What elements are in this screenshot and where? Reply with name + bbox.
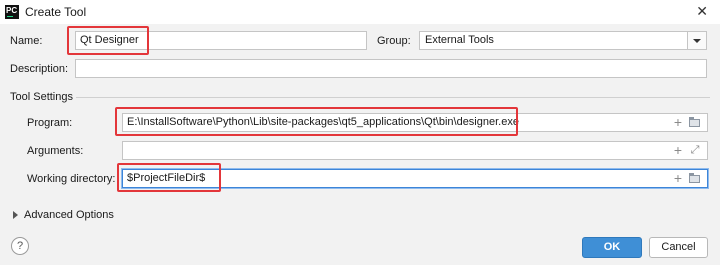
- name-label: Name:: [10, 35, 43, 47]
- title-bar: PC Create Tool ✕: [0, 0, 720, 24]
- tool-settings-heading: Tool Settings: [10, 91, 73, 103]
- working-directory-field[interactable]: $ProjectFileDir$: [122, 169, 708, 188]
- expand-icon[interactable]: ⤢: [688, 143, 702, 157]
- ok-button[interactable]: OK: [582, 237, 642, 258]
- window-title: Create Tool: [25, 5, 87, 19]
- folder-browse-icon[interactable]: [688, 116, 702, 130]
- chevron-down-icon[interactable]: [687, 32, 706, 49]
- group-select[interactable]: External Tools: [419, 31, 707, 50]
- program-field[interactable]: E:\InstallSoftware\Python\Lib\site-packa…: [122, 113, 708, 132]
- cancel-button[interactable]: Cancel: [649, 237, 708, 258]
- description-label: Description:: [10, 63, 69, 75]
- advanced-options-toggle[interactable]: Advanced Options: [24, 208, 114, 222]
- program-value: E:\InstallSoftware\Python\Lib\site-packa…: [127, 116, 519, 128]
- close-icon[interactable]: ✕: [696, 3, 708, 20]
- program-label: Program:: [27, 117, 73, 129]
- working-directory-value: $ProjectFileDir$: [127, 172, 206, 184]
- name-field[interactable]: Qt Designer: [75, 31, 367, 50]
- chevron-right-icon[interactable]: [13, 211, 18, 219]
- help-button[interactable]: ?: [11, 237, 29, 255]
- working-directory-label: Working directory:: [27, 173, 116, 185]
- folder-browse-icon[interactable]: [688, 172, 702, 186]
- add-icon[interactable]: +: [671, 171, 685, 185]
- section-divider: [76, 97, 710, 98]
- arguments-label: Arguments:: [27, 145, 84, 157]
- arguments-field[interactable]: [122, 141, 708, 160]
- group-select-value: External Tools: [425, 34, 494, 46]
- group-label: Group:: [377, 35, 411, 47]
- pycharm-app-icon: PC: [5, 5, 19, 19]
- add-icon[interactable]: +: [671, 143, 685, 157]
- description-field[interactable]: [75, 59, 707, 78]
- add-icon[interactable]: +: [671, 115, 685, 129]
